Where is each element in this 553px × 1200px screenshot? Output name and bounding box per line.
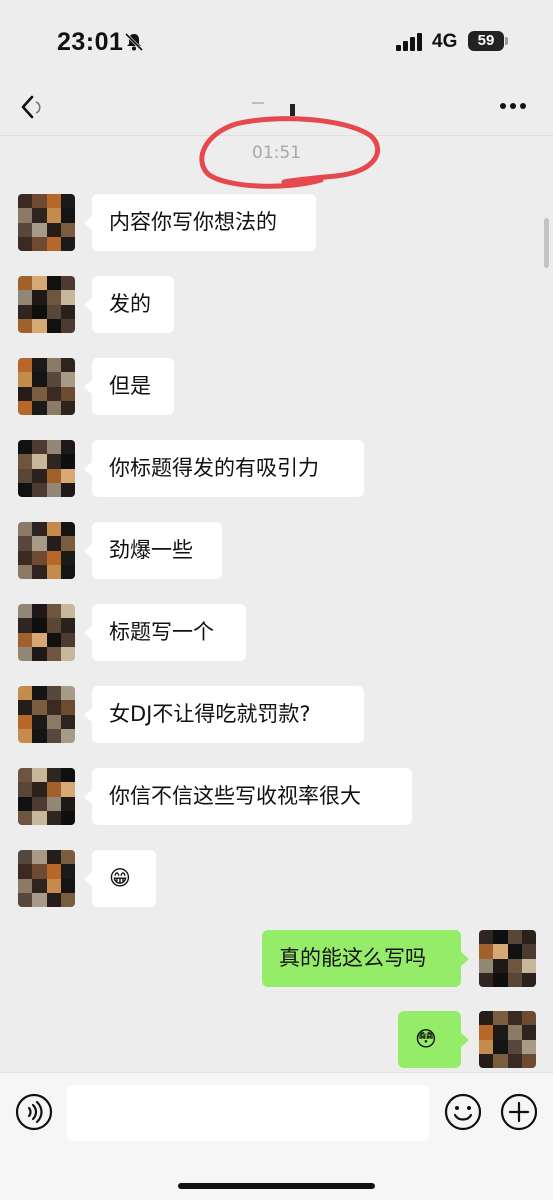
sent-message-bubble[interactable]: 真的能这么写吗 [262, 930, 469, 987]
more-icon[interactable] [497, 96, 529, 116]
contact-avatar[interactable] [18, 522, 75, 579]
status-time: 23:01 [57, 28, 124, 56]
network-type: 4G [432, 31, 458, 52]
input-bar [0, 1072, 553, 1200]
self-avatar[interactable] [479, 930, 536, 987]
received-message-bubble[interactable]: 内容你写你想法的 [84, 194, 316, 251]
received-message-bubble[interactable]: 😁 [84, 850, 156, 907]
emoji-icon[interactable] [444, 1093, 482, 1131]
battery-icon: 59 [468, 31, 508, 51]
back-icon[interactable] [18, 92, 44, 122]
self-avatar[interactable] [479, 1011, 536, 1068]
voice-icon[interactable] [15, 1093, 53, 1131]
contact-avatar[interactable] [18, 604, 75, 661]
contact-avatar[interactable] [18, 768, 75, 825]
bell-slash-icon [124, 32, 144, 52]
message-input[interactable] [67, 1085, 429, 1141]
contact-avatar[interactable] [18, 194, 75, 251]
received-message-bubble[interactable]: 标题写一个 [84, 604, 246, 661]
contact-avatar[interactable] [18, 850, 75, 907]
battery-level: 59 [468, 31, 504, 51]
scrollbar[interactable] [544, 218, 549, 268]
contact-avatar[interactable] [18, 358, 75, 415]
red-circle-annotation [199, 116, 381, 189]
contact-avatar[interactable] [18, 440, 75, 497]
received-message-bubble[interactable]: 女DJ不让得吃就罚款? [84, 686, 364, 743]
received-message-bubble[interactable]: 劲爆一些 [84, 522, 222, 579]
contact-avatar[interactable] [18, 686, 75, 743]
received-message-bubble[interactable]: 发的 [84, 276, 174, 333]
received-message-bubble[interactable]: 你信不信这些写收视率很大 [84, 768, 412, 825]
plus-icon[interactable] [500, 1093, 538, 1131]
received-message-bubble[interactable]: 但是 [84, 358, 174, 415]
status-bar: 23:01 4G 59 [0, 0, 553, 80]
signal-icon [396, 33, 422, 51]
received-message-bubble[interactable]: 你标题得发的有吸引力 [84, 440, 364, 497]
sent-message-bubble[interactable]: 😳 [398, 1011, 469, 1068]
contact-avatar[interactable] [18, 276, 75, 333]
home-indicator [178, 1183, 375, 1189]
